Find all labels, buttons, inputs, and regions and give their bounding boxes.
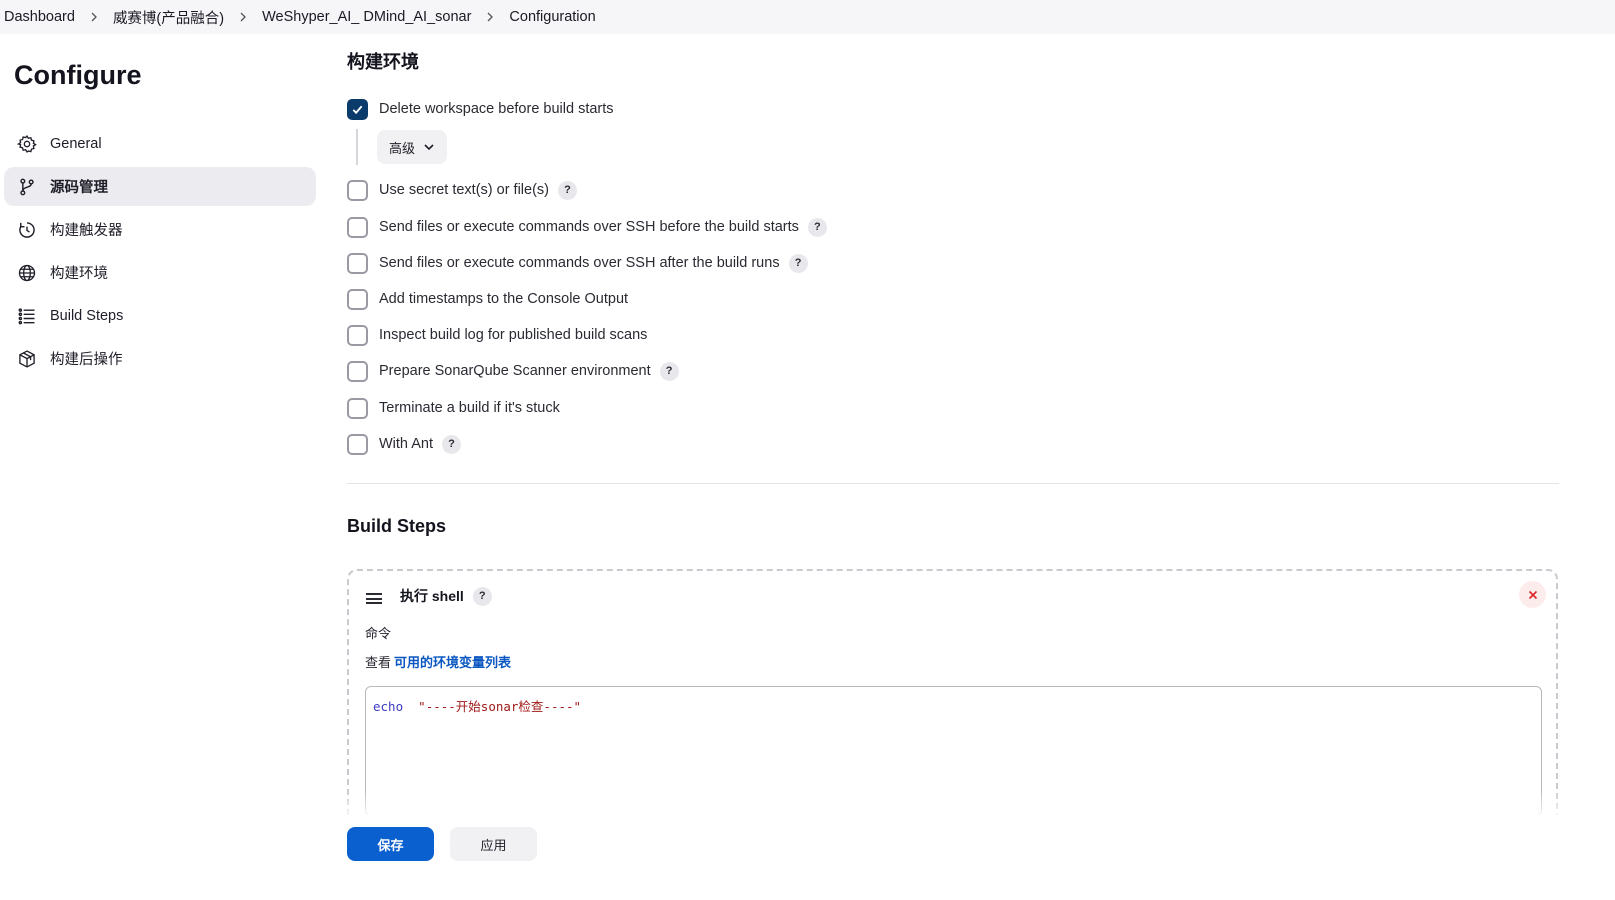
page-title: Configure [14,60,142,90]
checkbox-ssh-before[interactable] [347,216,368,238]
apply-button[interactable]: 应用 [450,827,537,861]
package-icon [17,349,37,369]
option-with-ant: With Ant ? [347,433,461,455]
globe-icon [17,263,37,283]
close-icon[interactable] [1519,581,1546,608]
section-divider [347,483,1559,484]
sidebar-nav: General 源码管理 构建触发器 构建环境 Build Steps 构建后操… [4,124,316,382]
sidebar-item-label: 构建后操作 [50,352,123,368]
breadcrumb: Dashboard 威赛博(产品融合) WeShyper_AI_ DMind_A… [0,0,1615,34]
advanced-indent-line [356,129,358,165]
breadcrumb-folder[interactable]: 威赛博(产品融合) [113,7,224,28]
sidebar-item-label: Build Steps [50,307,124,324]
option-timestamps: Add timestamps to the Console Output [347,288,628,310]
section-title-build-env: 构建环境 [347,52,419,72]
option-delete-workspace: Delete workspace before build starts [347,98,614,120]
command-label: 命令 [365,626,392,641]
sidebar-item-build-steps[interactable]: Build Steps [4,296,316,335]
sidebar-item-triggers[interactable]: 构建触发器 [4,210,316,249]
breadcrumb-job[interactable]: WeShyper_AI_ DMind_AI_sonar [262,9,471,25]
checkbox-sonarqube-env[interactable] [347,360,368,382]
step-title-text: 执行 shell [400,588,464,604]
sidebar-item-label: 构建环境 [50,266,108,282]
option-terminate-stuck: Terminate a build if it's stuck [347,397,560,419]
option-label: Delete workspace before build starts [379,101,614,117]
option-sonarqube-env: Prepare SonarQube Scanner environment ? [347,360,679,382]
chevron-right-icon [238,12,248,22]
sidebar-item-general[interactable]: General [4,124,316,163]
option-label: Inspect build log for published build sc… [379,327,648,343]
sidebar-item-post-build[interactable]: 构建后操作 [4,339,316,378]
checkbox-delete-workspace[interactable] [347,98,368,120]
branch-icon [17,177,37,197]
option-label: Terminate a build if it's stuck [379,400,560,416]
breadcrumb-configuration[interactable]: Configuration [509,9,595,25]
chevron-down-icon [424,144,434,151]
sidebar-item-label: 源码管理 [50,180,108,196]
bottom-action-bar: 保存 应用 [320,815,1615,900]
sidebar-item-build-env[interactable]: 构建环境 [4,253,316,292]
clock-icon [17,220,37,240]
drag-handle-icon[interactable] [366,593,382,604]
sidebar-item-label: General [50,135,102,152]
checkbox-ssh-after[interactable] [347,252,368,274]
option-label: Add timestamps to the Console Output [379,291,629,307]
help-icon[interactable]: ? [442,434,461,454]
chevron-right-icon [89,12,99,22]
option-label: Prepare SonarQube Scanner environment [379,363,651,379]
checkbox-timestamps[interactable] [347,288,368,310]
code-string: "----开始sonar检查----" [418,699,582,714]
option-label: With Ant [379,436,433,452]
help-icon[interactable]: ? [472,586,492,606]
help-icon[interactable]: ? [558,180,577,200]
code-keyword: echo [373,699,404,714]
step-title: 执行 shell ? [400,586,492,606]
help-icon[interactable]: ? [807,217,827,237]
checkbox-terminate-stuck[interactable] [347,397,368,419]
checkbox-with-ant[interactable] [347,433,368,455]
option-secret-text: Use secret text(s) or file(s) ? [347,179,577,201]
option-label: Send files or execute commands over SSH … [379,219,799,235]
gear-icon [17,134,37,154]
help-icon[interactable]: ? [788,253,808,273]
option-ssh-after: Send files or execute commands over SSH … [347,252,808,274]
checkmark-icon [352,105,363,114]
advanced-label: 高级 [389,140,416,156]
option-label: Use secret text(s) or file(s) [379,182,549,198]
breadcrumb-dashboard[interactable]: Dashboard [4,9,75,25]
help-icon[interactable]: ? [659,361,679,381]
section-title-build-steps: Build Steps [347,516,447,536]
list-icon [17,306,37,326]
env-vars-link[interactable]: 可用的环境变量列表 [394,655,511,670]
save-button[interactable]: 保存 [347,827,434,861]
env-vars-line: 查看 可用的环境变量列表 [365,652,511,671]
checkbox-secret-text[interactable] [347,179,368,201]
checkbox-inspect-build-log[interactable] [347,324,368,346]
env-vars-prefix: 查看 [365,655,392,670]
option-label: Send files or execute commands over SSH … [379,255,780,271]
chevron-right-icon [485,12,495,22]
option-inspect-build-log: Inspect build log for published build sc… [347,324,647,346]
sidebar-item-label: 构建触发器 [50,223,123,239]
advanced-button[interactable]: 高级 [377,130,448,164]
option-ssh-before: Send files or execute commands over SSH … [347,216,827,238]
sidebar-item-scm[interactable]: 源码管理 [4,167,316,206]
